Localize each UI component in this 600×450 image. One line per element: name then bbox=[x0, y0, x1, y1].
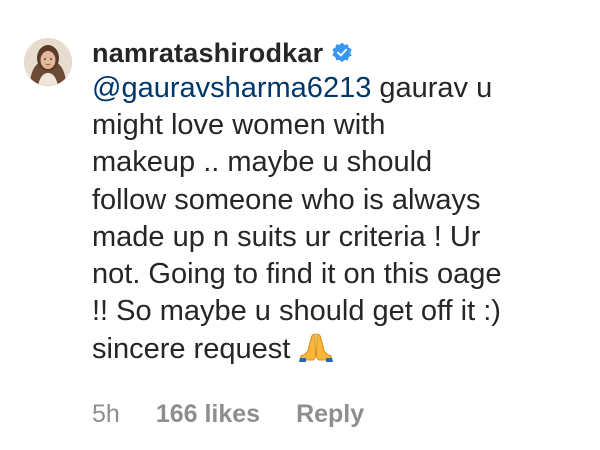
comment-line: follow someone who is always bbox=[92, 183, 481, 216]
comment-line: sincere request bbox=[92, 333, 291, 366]
comment-body: namratashirodkar @gauravsharma6213 gaura… bbox=[92, 34, 592, 369]
comment-line: might love women with bbox=[92, 109, 386, 142]
comment-header: namratashirodkar bbox=[92, 34, 592, 72]
mention-link[interactable]: @gauravsharma6213 bbox=[92, 72, 371, 104]
timestamp[interactable]: 5h bbox=[92, 400, 120, 429]
comment-line: !! So maybe u should get off it :) bbox=[92, 295, 501, 328]
avatar[interactable] bbox=[24, 38, 72, 86]
folded-hands-icon bbox=[296, 330, 336, 363]
username-link[interactable]: namratashirodkar bbox=[92, 38, 323, 69]
comment: namratashirodkar @gauravsharma6213 gaura… bbox=[0, 0, 600, 450]
comment-line: not. Going to find it on this oage bbox=[92, 258, 502, 291]
comment-meta: 5h 166 likes Reply bbox=[92, 400, 364, 429]
comment-line: makeup .. maybe u should bbox=[92, 146, 433, 179]
comment-line: gaurav u bbox=[371, 72, 493, 104]
reply-button[interactable]: Reply bbox=[296, 400, 364, 429]
profile-photo-icon bbox=[24, 38, 72, 86]
likes-count-link[interactable]: 166 likes bbox=[156, 400, 260, 429]
verified-badge-icon bbox=[331, 42, 353, 64]
comment-line: made up n suits ur criteria ! Ur bbox=[92, 220, 481, 253]
comment-text: @gauravsharma6213 gaurav u might love wom… bbox=[92, 70, 592, 369]
